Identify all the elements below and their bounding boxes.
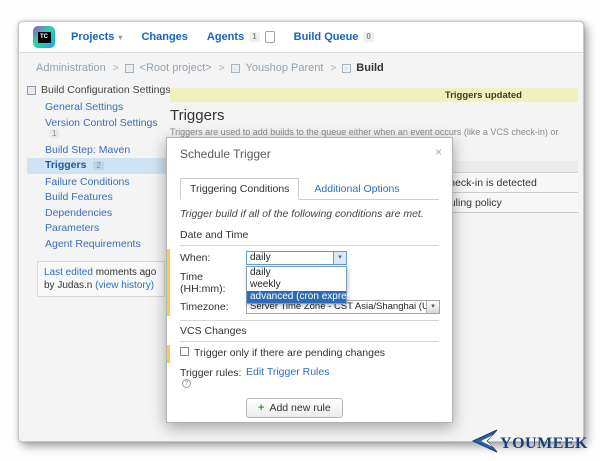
trigger-rules-row: Trigger rules:? Edit Trigger Rules [180, 366, 439, 391]
settings-list-icon [27, 85, 36, 95]
sidebar-item-label: Failure Conditions [45, 175, 130, 188]
when-dropdown-list: daily weekly advanced (cron expression) [246, 266, 373, 304]
breadcrumb-separator: > [218, 62, 225, 74]
nav-projects[interactable]: Projects ▾ [71, 31, 122, 43]
agents-count-badge: 1 [249, 32, 260, 42]
view-history-link[interactable]: (view history) [95, 280, 154, 291]
pending-changes-row: Trigger only if there are pending change… [167, 345, 439, 363]
desktop-background: TC Projects ▾ Changes Agents 1 Build Que… [0, 0, 600, 461]
tab-additional-options[interactable]: Additional Options [305, 179, 408, 199]
build-config-icon [342, 63, 352, 73]
breadcrumb-administration[interactable]: Administration [36, 62, 106, 74]
edit-trigger-rules-link[interactable]: Edit Trigger Rules [246, 366, 329, 378]
sidebar-item-label: General Settings [45, 101, 124, 113]
sidebar-item-label: Build Features [45, 191, 113, 203]
last-edited-link[interactable]: Last edited [44, 267, 93, 278]
timezone-label: Timezone: [180, 301, 229, 313]
dialog-tabs: Triggering Conditions Additional Options [180, 178, 439, 200]
agent-status-icon [264, 31, 275, 43]
when-label: When: [180, 252, 211, 264]
nav-build-queue[interactable]: Build Queue 0 [294, 31, 374, 43]
time-label: Time (HH:mm): [180, 271, 226, 295]
sidebar-item-version-control-settings[interactable]: Version Control Settings 1 [27, 116, 173, 142]
sidebar-header-label: Build Configuration Settings [41, 84, 171, 96]
project-icon [230, 63, 240, 73]
breadcrumb: Administration > <Root project> > Yousho… [33, 62, 384, 74]
sidebar-item-failure-conditions[interactable]: Failure Conditions [27, 175, 173, 190]
sidebar-header: Build Configuration Settings [27, 84, 173, 96]
nav-changes-label: Changes [141, 31, 188, 43]
trigger-rules-label: Trigger rules: [180, 367, 242, 379]
teamcity-logo-text: TC [37, 31, 51, 43]
chevron-down-icon[interactable]: ▾ [426, 301, 439, 313]
nav-changes[interactable]: Changes [141, 31, 187, 43]
sidebar-item-label: Build Step: Maven [45, 143, 131, 156]
brand-name: YOUMEEK [500, 434, 588, 452]
close-icon[interactable]: × [435, 145, 442, 159]
option-weekly[interactable]: weekly [247, 279, 346, 291]
sidebar-item-label: Agent Requirements [45, 237, 141, 250]
when-dropdown[interactable]: daily ▾ [246, 251, 347, 265]
section-header-vcs-changes: VCS Changes [180, 320, 439, 342]
sidebar-item-build-step-maven[interactable]: Build Step: Maven [27, 143, 173, 158]
add-rule-row: + Add new rule [180, 396, 439, 418]
sidebar-item-label: Dependencies [45, 206, 113, 219]
date-time-fields: When: daily ▾ daily weekly advanced (cro… [167, 249, 440, 316]
page-title: Triggers [170, 107, 225, 124]
pending-changes-checkbox[interactable] [180, 347, 189, 356]
plus-icon: + [258, 402, 265, 414]
add-new-rule-label: Add new rule [269, 402, 331, 414]
sidebar-item-general-settings[interactable]: General Settings [27, 100, 173, 115]
breadcrumb-root-project[interactable]: <Root project> [140, 62, 212, 74]
sidebar-item-triggers[interactable]: Triggers 2 [27, 158, 173, 174]
sidebar-item-label: Triggers [45, 159, 87, 171]
last-edited-time: moments ago [95, 267, 157, 278]
sidebar-item-label: Parameters [45, 222, 100, 234]
youmeek-watermark: YOUMEEK [471, 429, 588, 458]
vcs-count-badge: 1 [49, 129, 60, 138]
section-header-date-and-time: Date and Time [180, 226, 439, 246]
trigger-rules-label-wrap: Trigger rules:? [180, 366, 246, 391]
chevron-down-icon[interactable]: ▾ [333, 252, 346, 264]
breadcrumb-separator: > [112, 62, 119, 74]
breadcrumb-separator: > [330, 62, 337, 74]
when-dropdown-value: daily [250, 252, 271, 263]
teamcity-logo-icon[interactable]: TC [33, 26, 55, 48]
nav-agents[interactable]: Agents 1 [207, 31, 275, 43]
pending-changes-label: Trigger only if there are pending change… [194, 347, 386, 359]
help-icon[interactable]: ? [182, 379, 191, 388]
dialog-title: Schedule Trigger [180, 147, 271, 161]
breadcrumb-youshop-parent[interactable]: Youshop Parent [246, 62, 324, 74]
arrow-left-icon [471, 429, 498, 458]
schedule-trigger-dialog: Schedule Trigger × Triggering Conditions… [166, 137, 453, 423]
nav-projects-label: Projects [71, 31, 115, 43]
last-edited-author: by Judas.n [44, 280, 93, 291]
option-advanced-cron[interactable]: advanced (cron expression) [247, 291, 373, 303]
nav-agents-label: Agents [206, 31, 245, 43]
banner-text: Triggers updated [444, 89, 522, 101]
when-row: When: daily ▾ daily weekly advanced (cro… [180, 251, 439, 304]
project-icon [124, 63, 134, 73]
sidebar-item-label: Version Control Settings [45, 116, 158, 129]
nav-build-queue-label: Build Queue [293, 31, 359, 43]
sidebar-item-dependencies[interactable]: Dependencies [27, 206, 173, 221]
tab-triggering-conditions[interactable]: Triggering Conditions [180, 178, 300, 200]
top-navigation: TC Projects ▾ Changes Agents 1 Build Que… [19, 22, 583, 53]
dialog-intro-text: Trigger build if all of the following co… [180, 208, 424, 220]
sidebar-item-parameters[interactable]: Parameters [27, 221, 173, 236]
sidebar-item-agent-requirements[interactable]: Agent Requirements [27, 237, 173, 252]
build-queue-count-badge: 0 [363, 32, 374, 42]
triggers-updated-banner: Triggers updated [170, 88, 578, 102]
sidebar-item-build-features[interactable]: Build Features [27, 190, 173, 205]
triggers-count-badge: 2 [93, 161, 104, 170]
settings-sidebar: Build Configuration Settings General Set… [27, 84, 173, 297]
chevron-down-icon: ▾ [118, 32, 123, 42]
add-new-rule-button[interactable]: + Add new rule [246, 398, 343, 418]
trigger-row-text: check-in is detected [444, 177, 537, 189]
dialog-body: Triggering Conditions Additional Options… [167, 178, 452, 422]
breadcrumb-build: Build [356, 62, 384, 74]
last-edited-box: Last edited moments ago by Judas.n (view… [37, 261, 165, 297]
option-daily[interactable]: daily [247, 267, 346, 279]
